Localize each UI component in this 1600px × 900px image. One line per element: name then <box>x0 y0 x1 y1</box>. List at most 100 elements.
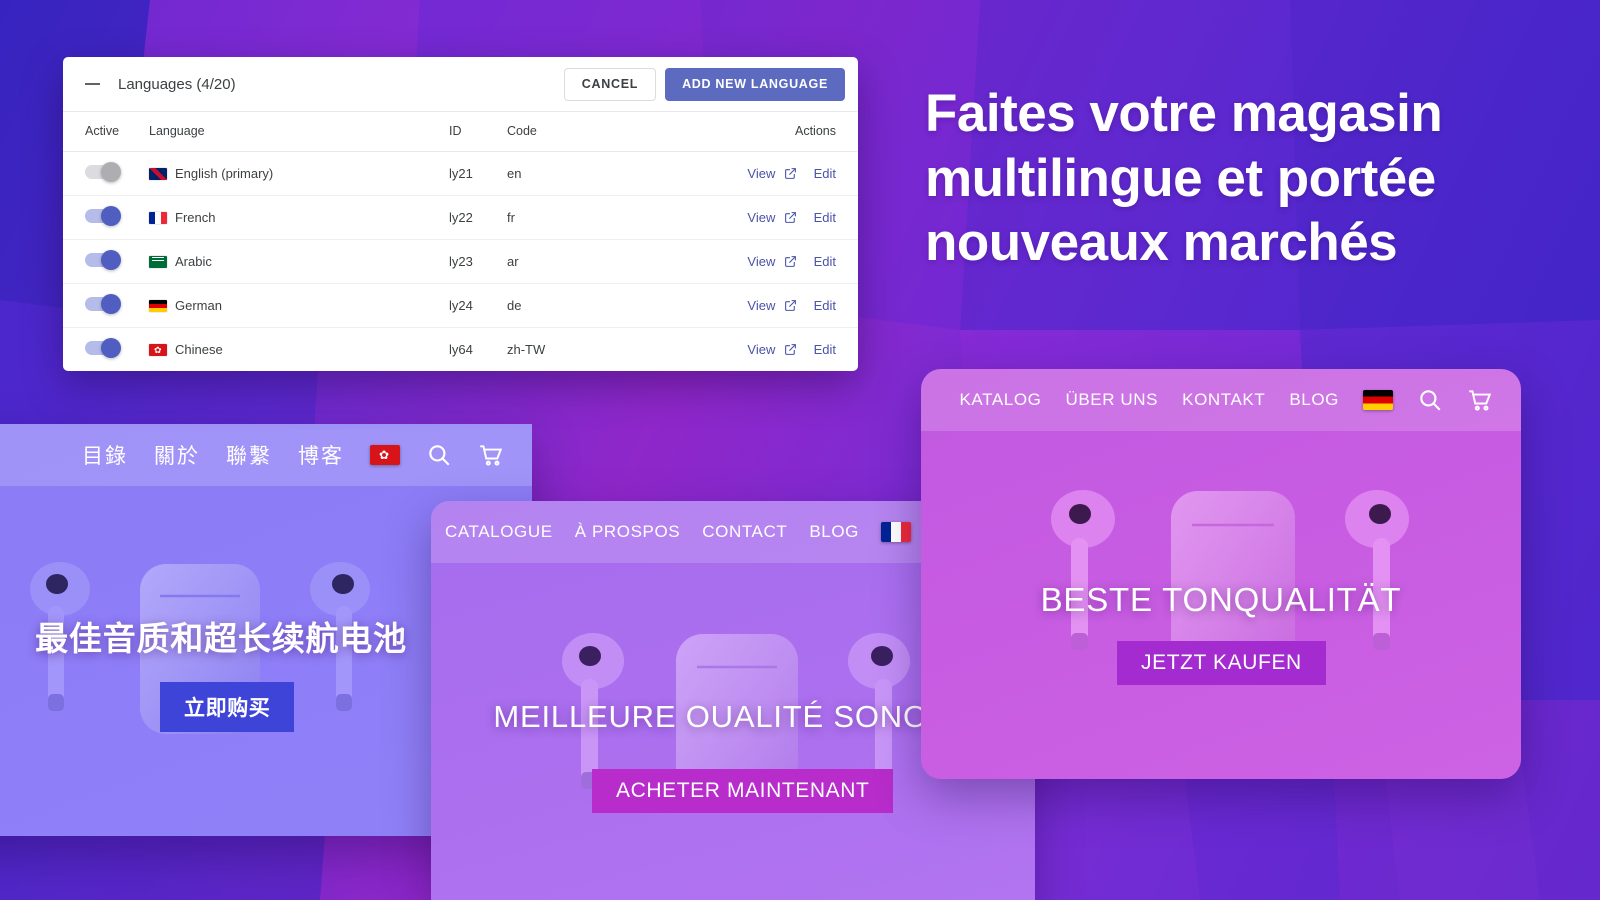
column-header-actions: Actions <box>687 112 858 152</box>
external-link-icon[interactable] <box>784 167 797 180</box>
cell-actions: View Edit <box>687 283 858 328</box>
edit-link[interactable]: Edit <box>814 210 836 225</box>
search-icon[interactable] <box>1417 387 1443 413</box>
languages-dialog: Languages (4/20) CANCEL ADD NEW LANGUAGE… <box>63 57 858 371</box>
flag-france-icon <box>149 211 167 224</box>
nav-link-fr-3[interactable]: BLOG <box>809 522 859 542</box>
active-toggle[interactable] <box>85 338 121 358</box>
table-row: German ly24 de View Edit <box>63 283 858 328</box>
search-icon[interactable] <box>426 442 452 468</box>
cell-actions: View Edit <box>687 195 858 240</box>
table-body: English (primary) ly21 en View Edit Fren… <box>63 151 858 372</box>
nav-link-fr-0[interactable]: CATALOGUE <box>445 522 553 542</box>
cell-language: German <box>149 283 449 328</box>
active-toggle[interactable] <box>85 250 121 270</box>
edit-link[interactable]: Edit <box>814 298 836 313</box>
language-name: Arabic <box>175 254 212 269</box>
cell-id: ly64 <box>449 342 473 357</box>
edit-link[interactable]: Edit <box>814 254 836 269</box>
table-row: French ly22 fr View Edit <box>63 195 858 240</box>
flag-hongkong-icon[interactable]: ✿ <box>370 445 400 465</box>
nav-chinese: 目錄 關於 聯繫 博客 ✿ <box>0 424 532 486</box>
external-link-icon[interactable] <box>784 211 797 224</box>
flag-hongkong-icon: ✿ <box>149 343 167 356</box>
cell-language: French <box>149 195 449 240</box>
language-name: English (primary) <box>175 166 274 181</box>
active-toggle[interactable] <box>85 206 121 226</box>
view-link[interactable]: View <box>747 210 775 225</box>
nav-link-fr-1[interactable]: À PROSPOS <box>575 522 681 542</box>
column-header-id: ID <box>449 112 507 152</box>
earbuds-illustration-fr <box>562 633 910 812</box>
storefront-card-german: KATALOG ÜBER UNS KONTAKT BLOG BESTE TONQ… <box>921 369 1521 779</box>
earbuds-illustration-zh <box>30 562 370 734</box>
poster-canvas: Faites votre magasin multilingue et port… <box>0 0 1600 900</box>
cell-code: en <box>507 151 687 196</box>
cell-language: Arabic <box>149 239 449 284</box>
column-header-code: Code <box>507 112 687 152</box>
cell-active <box>63 195 149 240</box>
minimize-icon[interactable] <box>85 83 100 85</box>
cell-code: fr <box>507 195 687 240</box>
nav-link-zh-2[interactable]: 聯繫 <box>226 440 272 470</box>
nav-link-zh-1[interactable]: 關於 <box>154 440 200 470</box>
view-link[interactable]: View <box>747 254 775 269</box>
view-link[interactable]: View <box>747 166 775 181</box>
table-row: Arabic ly23 ar View Edit <box>63 239 858 284</box>
cell-actions: View Edit <box>687 239 858 284</box>
cta-button-french[interactable]: ACHETER MAINTENANT <box>592 769 894 813</box>
flag-uk-icon <box>149 167 167 180</box>
poster-headline: Faites votre magasin multilingue et port… <box>925 82 1565 276</box>
cell-actions: View Edit <box>687 151 858 196</box>
nav-link-de-1[interactable]: ÜBER UNS <box>1065 390 1158 410</box>
cell-code: ar <box>507 239 687 284</box>
add-new-language-button[interactable]: ADD NEW LANGUAGE <box>665 67 845 101</box>
cell-active <box>63 328 149 372</box>
external-link-icon[interactable] <box>784 343 797 356</box>
table-row: ✿ Chinese ly64 zh-TW View Edit <box>63 328 858 372</box>
active-toggle[interactable] <box>85 162 121 182</box>
table-row: English (primary) ly21 en View Edit <box>63 151 858 196</box>
flag-saudi-arabia-icon <box>149 255 167 268</box>
cell-actions: View Edit <box>687 328 858 372</box>
external-link-icon[interactable] <box>784 255 797 268</box>
nav-link-zh-0[interactable]: 目錄 <box>82 440 128 470</box>
nav-link-fr-2[interactable]: CONTACT <box>702 522 787 542</box>
flag-germany-icon <box>149 299 167 312</box>
table-header-row: Active Language ID Code Actions <box>63 112 858 152</box>
cell-active <box>63 239 149 284</box>
cell-code: zh-TW <box>507 342 546 357</box>
external-link-icon[interactable] <box>784 299 797 312</box>
cancel-button[interactable]: CANCEL <box>563 67 657 101</box>
active-toggle[interactable] <box>85 294 121 314</box>
nav-german: KATALOG ÜBER UNS KONTAKT BLOG <box>921 369 1521 431</box>
dialog-header: Languages (4/20) CANCEL ADD NEW LANGUAGE <box>63 57 858 112</box>
view-link[interactable]: View <box>747 298 775 313</box>
edit-link[interactable]: Edit <box>814 342 836 357</box>
headline-line-2: multilingue et portée <box>925 148 1436 208</box>
cell-id: ly21 <box>449 151 507 196</box>
cell-active <box>63 283 149 328</box>
table-head: Active Language ID Code Actions <box>63 112 858 152</box>
nav-link-zh-3[interactable]: 博客 <box>298 440 344 470</box>
cta-button-chinese[interactable]: 立即购买 <box>160 682 295 732</box>
cart-icon[interactable] <box>478 442 504 468</box>
nav-link-de-3[interactable]: BLOG <box>1289 390 1339 410</box>
column-header-active: Active <box>63 112 149 152</box>
language-name: Chinese <box>175 342 223 357</box>
dialog-title: Languages (4/20) <box>118 75 236 93</box>
headline-line-1: Faites votre magasin <box>925 84 1443 143</box>
flag-france-icon[interactable] <box>881 522 911 542</box>
cell-active <box>63 151 149 196</box>
flag-germany-icon[interactable] <box>1363 390 1393 410</box>
nav-link-de-2[interactable]: KONTAKT <box>1182 390 1265 410</box>
cell-id: ly23 <box>449 239 507 284</box>
language-name: German <box>175 298 222 313</box>
view-link[interactable]: View <box>747 342 775 357</box>
hero-title-german: BESTE TONQUALITÄT <box>1040 581 1402 618</box>
nav-link-de-0[interactable]: KATALOG <box>959 390 1041 410</box>
cta-button-german[interactable]: JETZT KAUFEN <box>1117 641 1326 685</box>
edit-link[interactable]: Edit <box>814 166 836 181</box>
cell-code: de <box>507 283 687 328</box>
cart-icon[interactable] <box>1467 387 1493 413</box>
